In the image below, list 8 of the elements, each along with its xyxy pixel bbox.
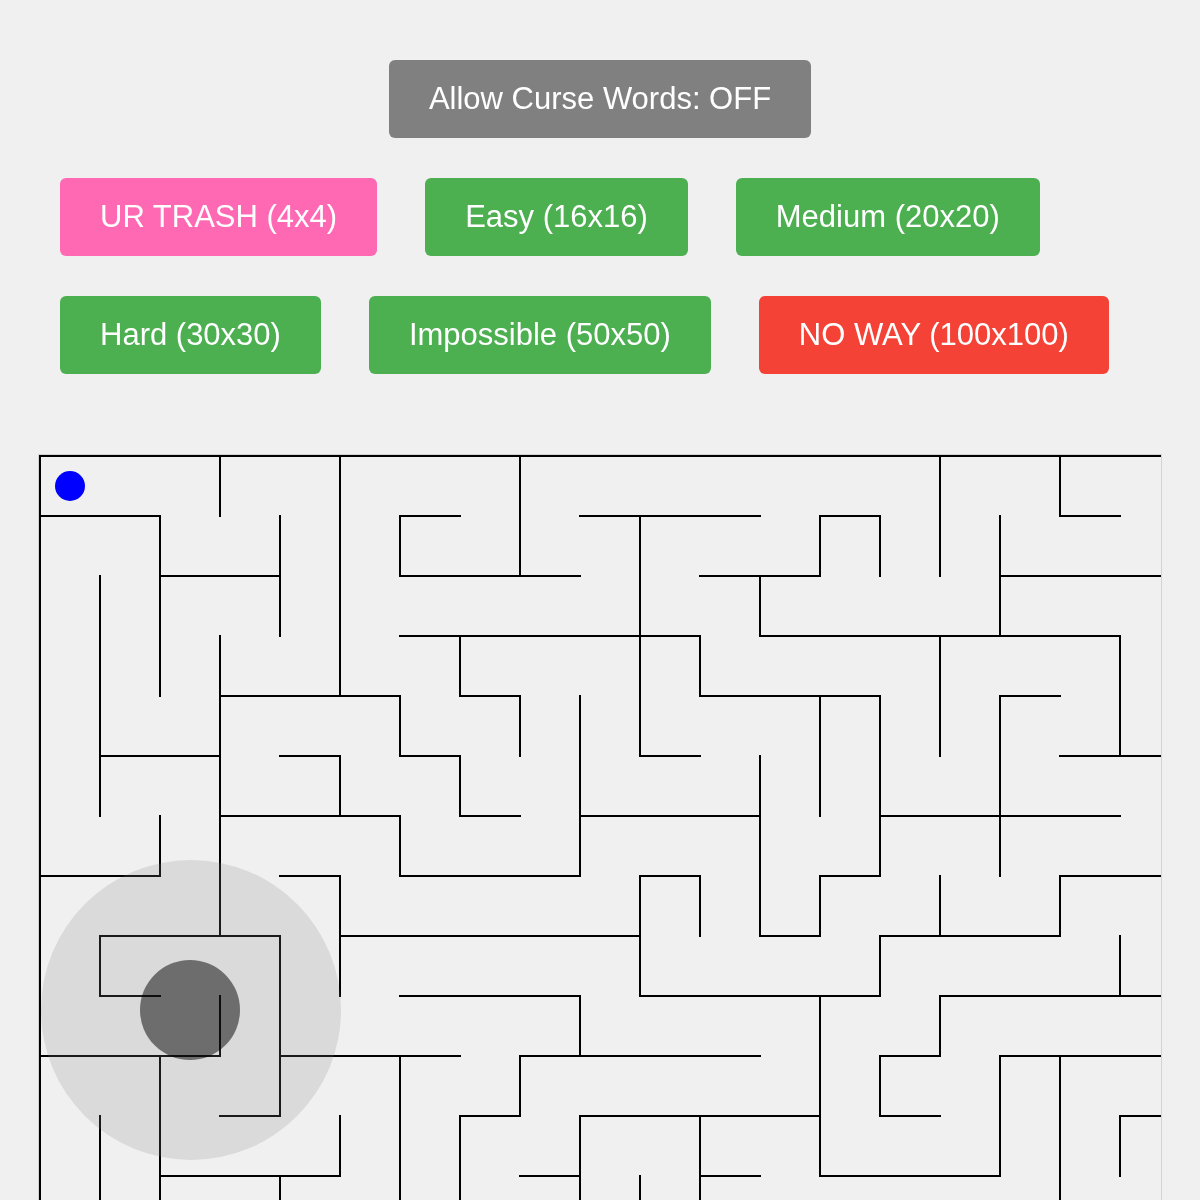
difficulty-button[interactable]: Easy (16x16): [425, 178, 688, 256]
difficulty-button[interactable]: Impossible (50x50): [368, 296, 711, 374]
difficulty-button[interactable]: Medium (20x20): [735, 178, 1040, 256]
difficulty-button[interactable]: NO WAY (100x100): [758, 296, 1109, 374]
difficulty-button[interactable]: Hard (30x30): [60, 296, 321, 374]
curse-words-toggle-button[interactable]: Allow Curse Words: OFF: [388, 60, 812, 138]
difficulty-button[interactable]: UR TRASH (4x4): [60, 178, 378, 256]
player-dot-icon: [55, 471, 85, 501]
